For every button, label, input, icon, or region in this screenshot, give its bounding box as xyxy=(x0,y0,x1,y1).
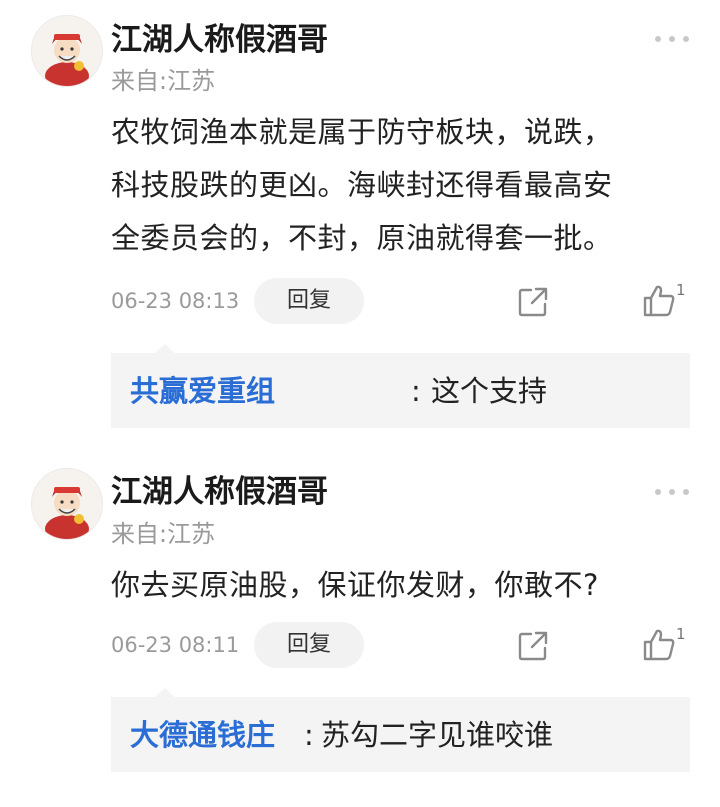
thumbs-up-icon[interactable] xyxy=(641,283,677,319)
more-dots-icon[interactable] xyxy=(655,31,689,47)
avatar[interactable] xyxy=(31,468,103,540)
comment-item: 江湖人称假酒哥 来自:江苏 你去买原油股，保证你发财，你敢不? 06-23 08… xyxy=(0,440,720,807)
location-label: 来自:江苏 xyxy=(111,520,216,548)
comment-text-line: 你去买原油股，保证你发财，你敢不? xyxy=(111,568,599,602)
username[interactable]: 江湖人称假酒哥 xyxy=(111,472,328,512)
comment-text-line: 科技股跌的更凶。海峡封还得看最高安 xyxy=(111,168,613,202)
comment-text-line: 全委员会的，不封，原油就得套一批。 xyxy=(111,221,613,255)
comment-text: 你去买原油股，保证你发财，你敢不? xyxy=(111,559,701,612)
timestamp: 06-23 08:11 xyxy=(111,633,240,657)
reply-button[interactable]: 回复 xyxy=(254,278,364,324)
comment-item: 江湖人称假酒哥 来自:江苏 农牧饲渔本就是属于防守板块，说跌， 科技股跌的更凶。… xyxy=(0,0,720,440)
location-label: 来自:江苏 xyxy=(111,67,216,95)
comment-text: 农牧饲渔本就是属于防守板块，说跌， 科技股跌的更凶。海峡封还得看最高安 全委员会… xyxy=(111,106,701,265)
sub-reply-separator: : xyxy=(411,374,421,408)
sub-reply-box[interactable]: 大德通钱庄 : 苏勾二字见谁咬谁 xyxy=(111,688,690,772)
sub-reply-box[interactable]: 共赢爱重组 : 这个支持 xyxy=(111,344,690,428)
sub-reply-separator: : xyxy=(304,718,314,752)
more-dots-icon[interactable] xyxy=(655,484,689,500)
sub-reply-author[interactable]: 共赢爱重组 xyxy=(130,371,275,411)
share-icon[interactable] xyxy=(516,285,550,319)
sub-reply-author[interactable]: 大德通钱庄 xyxy=(130,715,275,755)
thumbs-up-icon[interactable] xyxy=(641,627,677,663)
like-count: 1 xyxy=(676,625,686,643)
avatar-image xyxy=(32,16,102,86)
comment-text-line: 农牧饲渔本就是属于防守板块，说跌， xyxy=(111,115,613,149)
avatar[interactable] xyxy=(31,15,103,87)
sub-reply-text: 苏勾二字见谁咬谁 xyxy=(321,718,554,752)
like-count: 1 xyxy=(676,281,686,299)
sub-reply-text: 这个支持 xyxy=(431,374,548,408)
reply-button[interactable]: 回复 xyxy=(254,622,364,668)
sub-reply-notch xyxy=(155,688,175,697)
timestamp: 06-23 08:13 xyxy=(111,289,240,313)
share-icon[interactable] xyxy=(516,629,550,663)
sub-reply-notch xyxy=(155,344,175,353)
avatar-image xyxy=(32,469,102,539)
username[interactable]: 江湖人称假酒哥 xyxy=(111,20,328,60)
